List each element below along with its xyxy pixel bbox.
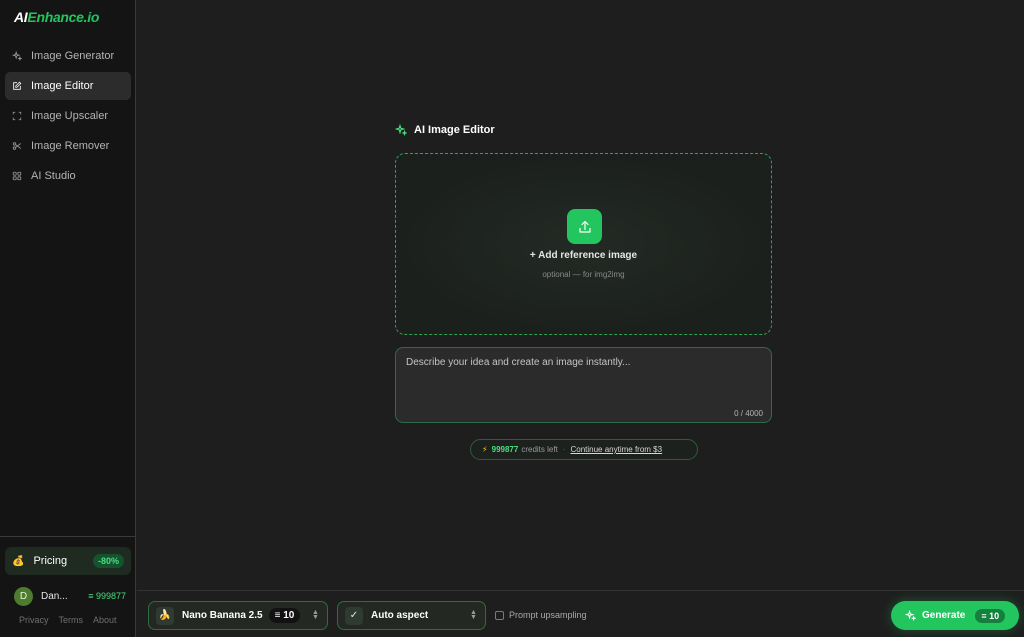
page-title-text: AI Image Editor bbox=[414, 124, 495, 136]
footer-links: Privacy Terms About bbox=[19, 615, 117, 625]
sidebar-item-image-editor[interactable]: Image Editor bbox=[5, 72, 131, 100]
reference-image-dropzone[interactable]: + Add reference image optional — for img… bbox=[395, 153, 772, 335]
sparkles-icon bbox=[12, 51, 22, 61]
chevron-updown-icon: ▲ ▼ bbox=[470, 609, 477, 621]
aspect-label: Auto aspect bbox=[371, 610, 429, 621]
sidebar-item-label: Image Upscaler bbox=[31, 110, 109, 122]
sidebar-item-label: AI Studio bbox=[31, 170, 76, 182]
sidebar-item-image-remover[interactable]: Image Remover bbox=[5, 132, 131, 160]
money-bag-icon: 💰 bbox=[12, 555, 25, 567]
check-icon: ✓ bbox=[345, 606, 363, 625]
sidebar-item-label: Image Editor bbox=[31, 80, 94, 92]
discount-badge: -80% bbox=[92, 554, 124, 568]
generate-label: Generate bbox=[922, 610, 966, 621]
sparkles-icon bbox=[395, 124, 407, 136]
terms-link[interactable]: Terms bbox=[59, 615, 84, 625]
model-label: Nano Banana 2.5 bbox=[182, 610, 263, 621]
sparkles-icon bbox=[905, 610, 916, 621]
user-name: Dan... bbox=[41, 590, 68, 602]
user-account[interactable]: D Dan... ≡ 999877 bbox=[14, 586, 126, 606]
buy-credits-link[interactable]: Continue anytime from $3 bbox=[570, 445, 662, 454]
avatar: D bbox=[14, 586, 33, 606]
dropzone-subtitle: optional — for img2img bbox=[542, 270, 625, 279]
app-root: AIEnhance.io Image Generator Image Edito… bbox=[0, 0, 1024, 637]
banana-icon: 🍌 bbox=[156, 606, 174, 625]
sidebar-item-ai-studio[interactable]: AI Studio bbox=[5, 162, 131, 190]
edit-icon bbox=[12, 81, 22, 91]
sidebar-nav: Image Generator Image Editor Image Upsca… bbox=[5, 42, 131, 192]
lightning-icon: ⚡ bbox=[482, 445, 488, 454]
privacy-link[interactable]: Privacy bbox=[19, 615, 49, 625]
sidebar-footer: 💰 Pricing -80% D Dan... ≡ 999877 Privacy… bbox=[0, 536, 136, 637]
char-count: 0 / 4000 bbox=[734, 409, 763, 418]
generate-cost: ≡ 10 bbox=[975, 608, 1006, 623]
logo-prefix: AI bbox=[14, 9, 28, 25]
bottom-toolbar: 🍌 Nano Banana 2.5 ≡ 10 ▲ ▼ ✓ Auto aspect … bbox=[137, 590, 1024, 637]
scissors-icon bbox=[12, 141, 22, 151]
model-cost: ≡ 10 bbox=[268, 608, 301, 623]
about-link[interactable]: About bbox=[93, 615, 117, 625]
upload-icon bbox=[578, 220, 591, 233]
logo-suffix: Enhance.io bbox=[27, 9, 100, 25]
model-select[interactable]: 🍌 Nano Banana 2.5 ≡ 10 ▲ ▼ bbox=[148, 601, 328, 630]
grid-icon bbox=[12, 171, 22, 181]
sidebar-item-image-generator[interactable]: Image Generator bbox=[5, 42, 131, 70]
page-title: AI Image Editor bbox=[395, 124, 495, 136]
sidebar: AIEnhance.io Image Generator Image Edito… bbox=[0, 0, 136, 637]
generate-button[interactable]: Generate ≡ 10 bbox=[891, 601, 1019, 630]
chevron-updown-icon: ▲ ▼ bbox=[312, 609, 319, 621]
pricing-button[interactable]: 💰 Pricing -80% bbox=[5, 547, 131, 575]
user-credits: ≡ 999877 bbox=[88, 591, 126, 601]
pricing-label: Pricing bbox=[33, 555, 68, 567]
separator: · bbox=[562, 445, 566, 454]
credits-suffix: credits left bbox=[521, 445, 558, 454]
sidebar-item-label: Image Generator bbox=[31, 50, 115, 62]
prompt-input[interactable] bbox=[406, 357, 761, 407]
credits-amount: 999877 bbox=[491, 445, 519, 454]
prompt-upsampling-toggle[interactable]: Prompt upsampling bbox=[495, 610, 587, 620]
sidebar-item-label: Image Remover bbox=[31, 140, 110, 152]
prompt-box: 0 / 4000 bbox=[395, 347, 772, 423]
logo[interactable]: AIEnhance.io bbox=[14, 9, 99, 25]
upsampling-checkbox[interactable] bbox=[495, 610, 504, 620]
sidebar-item-image-upscaler[interactable]: Image Upscaler bbox=[5, 102, 131, 130]
expand-icon bbox=[12, 111, 22, 121]
upload-button[interactable] bbox=[567, 209, 602, 244]
credits-status: ⚡ 999877 credits left · Continue anytime… bbox=[470, 439, 698, 460]
aspect-select[interactable]: ✓ Auto aspect ▲ ▼ bbox=[337, 601, 486, 630]
upsampling-label: Prompt upsampling bbox=[509, 610, 587, 620]
dropzone-title: + Add reference image bbox=[529, 250, 638, 261]
